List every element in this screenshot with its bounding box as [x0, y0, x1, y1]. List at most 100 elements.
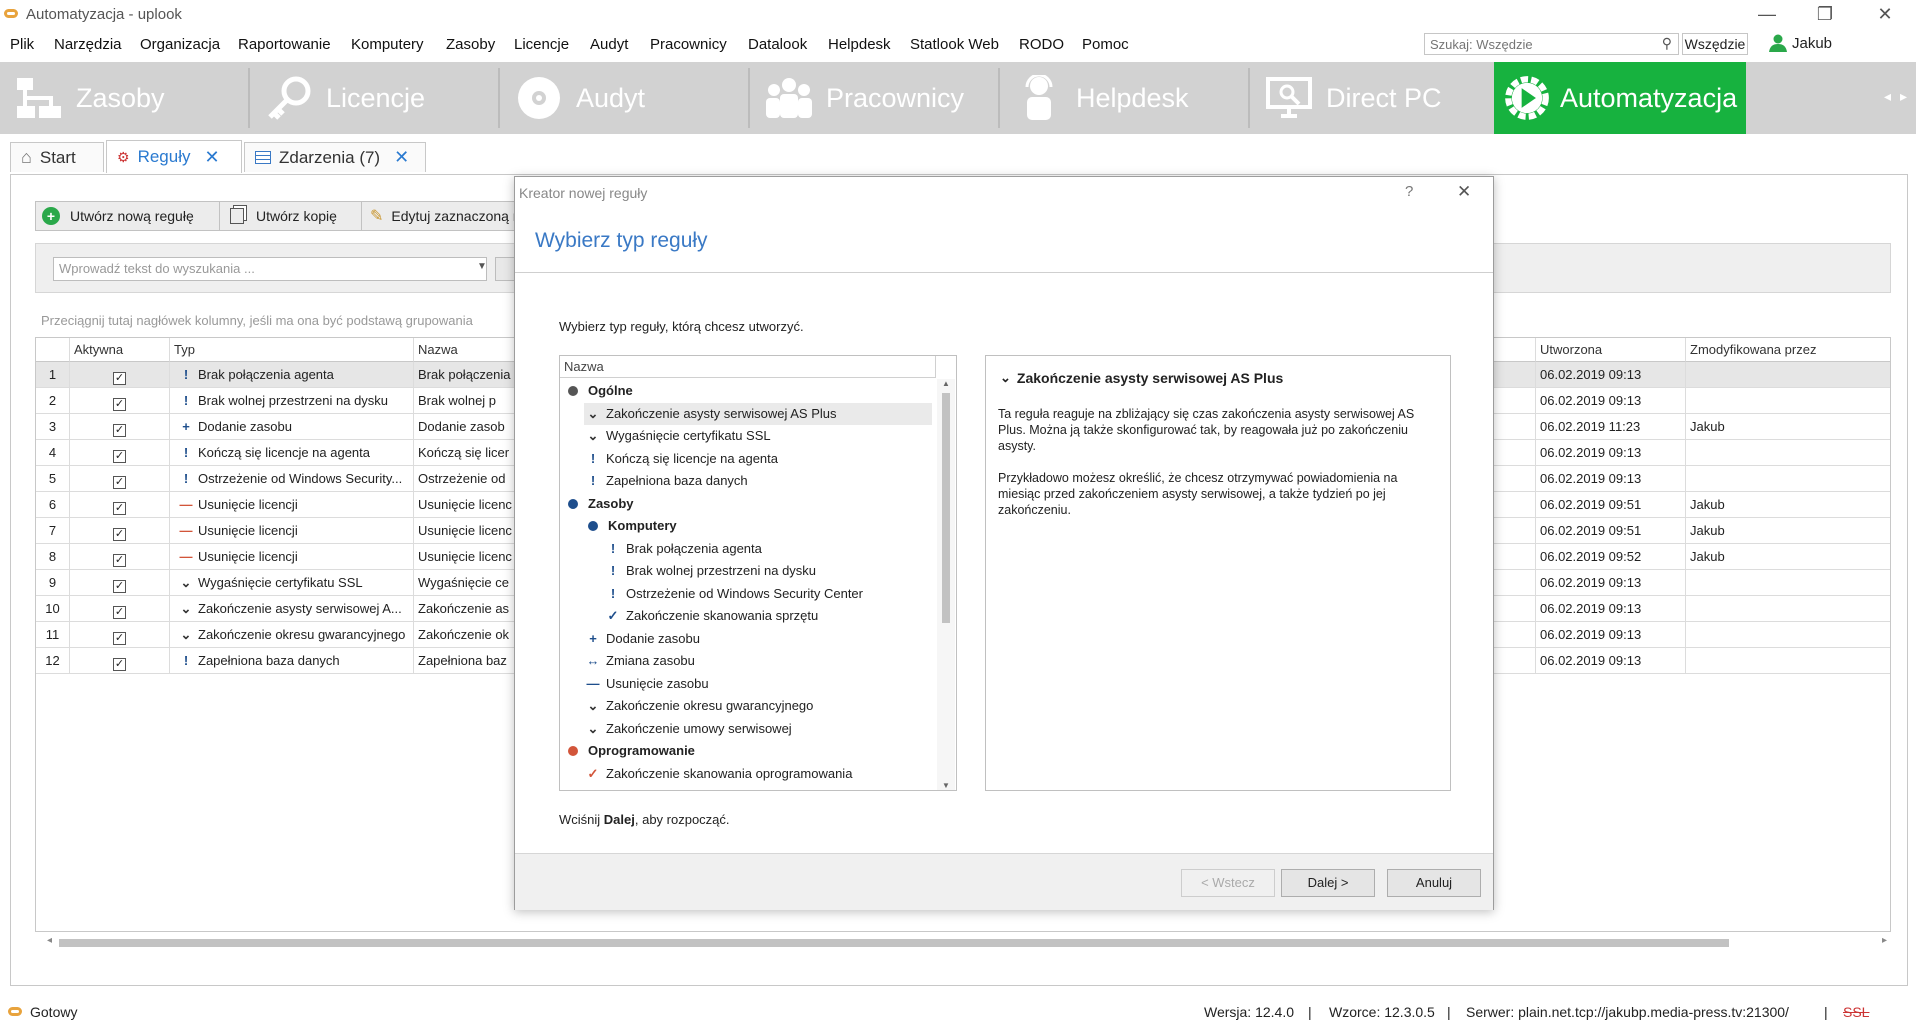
module-licencje[interactable]: Licencje — [250, 62, 500, 134]
tree-item[interactable]: — Usunięcie zasobu — [584, 673, 709, 695]
active-checkbox-cell[interactable]: ✓ — [70, 492, 170, 517]
tree-item[interactable]: ! Ostrzeżenie od Windows Security Center — [604, 583, 863, 605]
tree-item[interactable]: ! Brak połączenia agenta — [604, 538, 762, 560]
module-automatyzacja[interactable]: Automatyzacja — [1494, 62, 1746, 134]
column-header-active[interactable]: Aktywna — [70, 338, 170, 362]
restore-button[interactable]: ❐ — [1810, 4, 1840, 25]
menu-narzedzia[interactable]: Narzędzia — [54, 36, 122, 53]
tree-item[interactable]: ✓ Zakończenie skanowania oprogramowania — [584, 763, 853, 785]
active-checkbox-cell[interactable]: ✓ — [70, 622, 170, 647]
menu-pracownicy[interactable]: Pracownicy — [650, 36, 727, 53]
active-checkbox[interactable]: ✓ — [113, 580, 126, 593]
column-header-created[interactable]: Utworzona — [1536, 338, 1686, 362]
edit-button[interactable]: ✎ Edytuj zaznaczoną r — [361, 201, 521, 231]
column-header-type[interactable]: Typ — [170, 338, 414, 362]
next-button[interactable]: Dalej > — [1281, 869, 1375, 897]
module-audyt[interactable]: Audyt — [500, 62, 750, 134]
tab-events[interactable]: Zdarzenia (7) ✕ — [244, 142, 426, 172]
tab-start[interactable]: ⌂ Start — [10, 142, 104, 172]
active-checkbox-cell[interactable]: ✓ — [70, 518, 170, 543]
module-zasoby[interactable]: Zasoby — [0, 62, 250, 134]
filter-input[interactable]: Wprowadź tekst do wyszukania ... — [53, 257, 487, 281]
global-search[interactable]: ⚲ — [1424, 33, 1679, 55]
tree-item[interactable]: ⌄ Zakończenie asysty serwisowej AS Plus — [584, 402, 932, 425]
module-direct-pc[interactable]: Direct PC — [1250, 62, 1500, 134]
tree-group[interactable]: Oprogramowanie — [564, 740, 695, 762]
type-cell: ⌄ Zakończenie asysty serwisowej A... — [170, 596, 414, 621]
menu-plik[interactable]: Plik — [10, 36, 34, 53]
tree-group[interactable]: Ogólne — [564, 380, 633, 402]
tree-group[interactable]: Zasoby — [564, 493, 634, 515]
menu-organizacja[interactable]: Organizacja — [140, 36, 220, 53]
copy-button[interactable]: Utwórz kopię — [219, 201, 363, 231]
tree-vertical-scrollbar[interactable]: ▲ ▼ — [937, 379, 955, 790]
active-checkbox[interactable]: ✓ — [113, 450, 126, 463]
menu-zasoby[interactable]: Zasoby — [446, 36, 495, 53]
menu-audyt[interactable]: Audyt — [590, 36, 628, 53]
tree-item[interactable]: ! Kończą się licencje na agenta — [584, 448, 778, 470]
active-checkbox[interactable]: ✓ — [113, 476, 126, 489]
active-checkbox[interactable]: ✓ — [113, 606, 126, 619]
created-cell: 06.02.2019 09:13 — [1536, 596, 1686, 621]
active-checkbox-cell[interactable]: ✓ — [70, 388, 170, 413]
active-checkbox-cell[interactable]: ✓ — [70, 648, 170, 673]
active-checkbox[interactable]: ✓ — [113, 372, 126, 385]
active-checkbox[interactable]: ✓ — [113, 424, 126, 437]
back-button[interactable]: < Wstecz — [1181, 869, 1275, 897]
close-tab-icon[interactable]: ✕ — [204, 147, 219, 168]
tree-item[interactable]: ⌄ Zakończenie umowy serwisowej — [584, 718, 792, 740]
menu-helpdesk[interactable]: Helpdesk — [828, 36, 891, 53]
active-checkbox[interactable]: ✓ — [113, 528, 126, 541]
menu-komputery[interactable]: Komputery — [351, 36, 424, 53]
close-button[interactable]: ✕ — [1870, 4, 1900, 25]
active-checkbox[interactable]: ✓ — [113, 632, 126, 645]
help-button[interactable]: ? — [1405, 183, 1413, 200]
active-checkbox-cell[interactable]: ✓ — [70, 466, 170, 491]
search-icon[interactable]: ⚲ — [1662, 35, 1672, 52]
scroll-left-icon[interactable]: ◂ — [1884, 88, 1891, 105]
new-rule-button[interactable]: + Utwórz nową regułę — [35, 201, 221, 231]
scroll-thumb[interactable] — [942, 393, 950, 623]
active-checkbox[interactable]: ✓ — [113, 658, 126, 671]
active-checkbox-cell[interactable]: ✓ — [70, 544, 170, 569]
tree-item[interactable]: ⌄ Zakończenie okresu gwarancyjnego — [584, 695, 814, 717]
menu-raportowanie[interactable]: Raportowanie — [238, 36, 331, 53]
chevron-down-icon[interactable]: ▼ — [477, 261, 487, 272]
active-checkbox[interactable]: ✓ — [113, 554, 126, 567]
menu-statlook-web[interactable]: Statlook Web — [910, 36, 999, 53]
scroll-thumb[interactable] — [59, 939, 1729, 947]
tree-item[interactable]: ! Brak wolnej przestrzeni na dysku — [604, 560, 816, 582]
user-menu[interactable]: Jakub — [1768, 33, 1832, 53]
tree-item[interactable]: ↔ Zmiana zasobu — [584, 650, 695, 672]
active-checkbox-cell[interactable]: ✓ — [70, 570, 170, 595]
menu-rodo[interactable]: RODO — [1019, 36, 1064, 53]
cancel-button[interactable]: Anuluj — [1387, 869, 1481, 897]
active-checkbox-cell[interactable]: ✓ — [70, 440, 170, 465]
module-helpdesk[interactable]: Helpdesk — [1000, 62, 1250, 134]
row-number: 11 — [36, 622, 70, 647]
tab-rules[interactable]: ⚙ Reguły ✕ — [106, 140, 242, 173]
active-checkbox[interactable]: ✓ — [113, 398, 126, 411]
column-header-modified-by[interactable]: Zmodyfikowana przez — [1686, 338, 1890, 362]
minimize-button[interactable]: — — [1752, 4, 1782, 25]
tree-item[interactable]: ✓ Zakończenie skanowania sprzętu — [604, 605, 819, 627]
search-input[interactable] — [1428, 34, 1652, 54]
active-checkbox-cell[interactable]: ✓ — [70, 414, 170, 439]
active-checkbox-cell[interactable]: ✓ — [70, 596, 170, 621]
filter-button[interactable] — [495, 257, 515, 281]
close-tab-icon[interactable]: ✕ — [394, 147, 409, 168]
tree-item[interactable]: ! Zapełniona baza danych — [584, 470, 748, 492]
menu-licencje[interactable]: Licencje — [514, 36, 569, 53]
tree-item[interactable]: + Dodanie zasobu — [584, 628, 700, 650]
search-scope-button[interactable]: Wszędzie — [1682, 33, 1748, 55]
scroll-right-icon[interactable]: ▸ — [1900, 88, 1907, 105]
tree-item[interactable]: ⌄ Wygaśnięcie certyfikatu SSL — [584, 425, 771, 447]
dialog-close-button[interactable]: ✕ — [1457, 182, 1471, 202]
module-pracownicy[interactable]: Pracownicy — [750, 62, 1000, 134]
horizontal-scrollbar[interactable]: ◂ ▸ — [47, 935, 1887, 949]
active-checkbox[interactable]: ✓ — [113, 502, 126, 515]
menu-datalook[interactable]: Datalook — [748, 36, 807, 53]
tree-group[interactable]: Komputery — [584, 515, 677, 537]
menu-pomoc[interactable]: Pomoc — [1082, 36, 1129, 53]
active-checkbox-cell[interactable]: ✓ — [70, 362, 170, 387]
